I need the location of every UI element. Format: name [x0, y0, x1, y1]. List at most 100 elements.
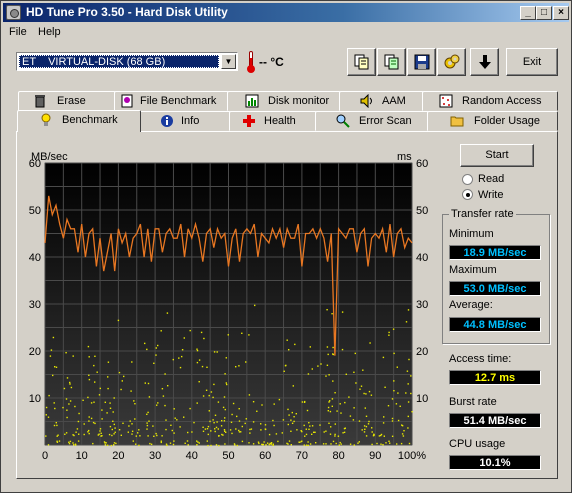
title-bar[interactable]: HD Tune Pro 3.50 - Hard Disk Utility _ □…: [3, 3, 569, 22]
access-time-point: [202, 430, 205, 432]
access-time-point: [207, 444, 209, 447]
access-time-point: [72, 434, 74, 436]
maximize-button[interactable]: □: [536, 6, 552, 20]
access-time-point: [196, 402, 198, 404]
access-time-point: [69, 400, 72, 402]
access-time-point: [113, 442, 116, 444]
access-time-point: [388, 331, 390, 334]
write-radio-label: Write: [478, 189, 504, 201]
access-time-point: [112, 420, 114, 422]
access-time-point: [254, 304, 256, 307]
access-time-label: Access time:: [449, 353, 512, 365]
access-time-point: [156, 404, 158, 406]
access-time-point: [301, 401, 304, 403]
tab-folder-usage[interactable]: Folder Usage: [427, 111, 558, 131]
access-time-point: [335, 442, 337, 445]
tab-info[interactable]: Info: [139, 111, 231, 131]
access-time-point: [109, 407, 112, 409]
access-time-point: [263, 441, 265, 443]
read-radio[interactable]: [462, 174, 473, 185]
access-time-point: [317, 365, 319, 367]
access-time-point: [402, 435, 405, 437]
access-time-point: [179, 366, 182, 369]
access-time-point: [396, 366, 398, 368]
access-time-point: [88, 356, 90, 358]
access-time-point: [115, 442, 117, 445]
write-radio[interactable]: [462, 189, 473, 200]
start-button[interactable]: Start: [460, 144, 534, 167]
drive-select[interactable]: ET VIRTUAL-DISK (68 GB) ▼: [16, 52, 238, 71]
tab-erase[interactable]: Erase: [18, 91, 116, 111]
access-time-point: [290, 444, 292, 446]
access-time-point: [405, 392, 407, 394]
access-time-point: [87, 345, 90, 348]
access-time-point: [382, 444, 384, 446]
y-left-tick-label: 40: [29, 252, 41, 264]
close-button[interactable]: ×: [553, 6, 569, 20]
access-time-point: [266, 442, 269, 444]
access-time-point: [104, 401, 106, 403]
copy-text-button[interactable]: [377, 48, 406, 76]
access-time-point: [352, 419, 355, 421]
minimize-button[interactable]: _: [520, 6, 536, 20]
access-time-point: [210, 391, 213, 393]
tab-file-benchmark[interactable]: File Benchmark: [114, 91, 229, 111]
access-time-point: [220, 425, 223, 427]
access-time-point: [311, 425, 314, 427]
x-tick-label: 50: [222, 450, 234, 462]
access-time-point: [216, 421, 218, 423]
access-time-point: [348, 396, 350, 398]
tab-benchmark[interactable]: Benchmark: [17, 110, 141, 132]
access-time-point: [301, 440, 303, 442]
access-time-point: [273, 424, 275, 427]
exit-button[interactable]: Exit: [506, 48, 558, 76]
tab-health[interactable]: Health: [229, 111, 317, 131]
access-time-point: [311, 433, 313, 435]
tab-error-scan[interactable]: Error Scan: [315, 111, 429, 131]
access-time-point: [282, 419, 285, 421]
access-time-point: [343, 431, 346, 433]
access-time-point: [68, 441, 70, 443]
tab-aam[interactable]: AAM: [339, 91, 424, 111]
access-time-point: [325, 430, 327, 432]
access-time-point: [245, 418, 247, 420]
access-time-point: [334, 435, 336, 437]
access-time-point: [252, 421, 255, 423]
access-time-point: [378, 435, 381, 437]
access-time-point: [212, 419, 214, 421]
options-button[interactable]: [437, 48, 466, 76]
menu-help[interactable]: Help: [38, 26, 61, 38]
menu-file[interactable]: File: [9, 26, 27, 38]
access-time-point: [334, 423, 336, 425]
access-time-point: [399, 405, 401, 407]
access-time-point: [198, 359, 201, 361]
access-time-point: [327, 410, 329, 412]
access-time-point: [214, 430, 216, 433]
access-time-point: [78, 412, 80, 415]
access-time-point: [391, 435, 394, 437]
access-time-point: [108, 433, 111, 436]
copy-info-button[interactable]: [347, 48, 376, 76]
access-time-point: [147, 382, 150, 385]
access-time-point: [147, 411, 149, 414]
save-button[interactable]: [407, 48, 436, 76]
access-time-point: [69, 381, 71, 384]
access-time-point: [206, 440, 208, 442]
access-time-point: [368, 390, 371, 393]
tab-random-access[interactable]: Random Access: [422, 91, 558, 111]
access-time-point: [225, 382, 227, 384]
access-time-point: [155, 354, 157, 356]
access-time-point: [332, 380, 334, 382]
access-time-point: [261, 443, 263, 446]
access-time-point: [111, 428, 113, 431]
access-time-point: [152, 425, 154, 427]
access-time-point: [349, 415, 352, 417]
tab-disk-monitor[interactable]: Disk monitor: [227, 91, 341, 111]
access-time-point: [204, 428, 207, 430]
chevron-down-icon[interactable]: ▼: [221, 54, 236, 69]
access-time-point: [392, 328, 395, 330]
access-time-point: [72, 355, 74, 357]
burst-rate-label: Burst rate: [449, 396, 497, 408]
download-button[interactable]: [470, 48, 499, 76]
access-time-point: [257, 441, 260, 443]
